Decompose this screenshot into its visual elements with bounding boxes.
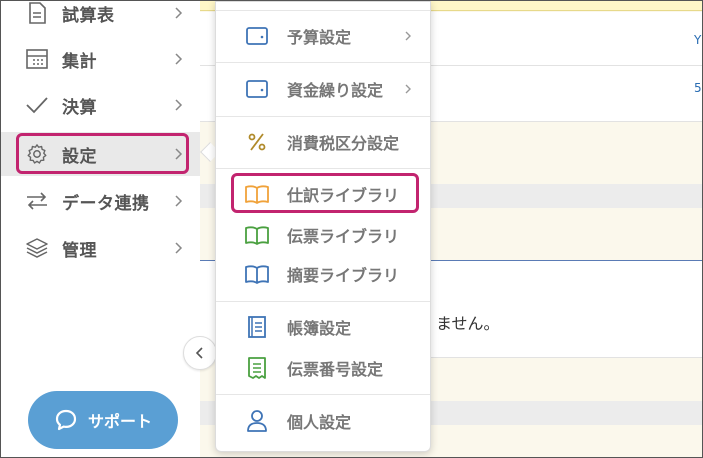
chevron-right-icon [175, 99, 183, 111]
chat-bubble-icon [55, 409, 77, 431]
chevron-left-icon [195, 347, 203, 359]
menu-item-ledger-settings[interactable]: 帳簿設定 [216, 307, 430, 347]
settings-menu: 予算設定 資金繰り設定 消費税区分設定 仕訳ライブラリ 伝票ライブラリ 摘要ライ… [215, 1, 431, 452]
ledger-icon [244, 314, 270, 340]
chevron-right-icon [175, 148, 183, 160]
person-icon [244, 408, 270, 434]
check-icon [25, 93, 49, 117]
sidebar-item-closing[interactable]: 決算 [1, 83, 200, 127]
sidebar-item-summary[interactable]: 集計 [1, 37, 200, 81]
menu-item-label: 帳簿設定 [287, 319, 352, 338]
menu-separator [216, 301, 430, 302]
empty-message: ません。 [436, 314, 500, 333]
menu-item-tax-category-settings[interactable]: 消費税区分設定 [216, 122, 430, 162]
book-icon [244, 181, 270, 207]
percent-icon [244, 129, 270, 155]
calculator-icon [25, 47, 49, 71]
receipt-icon [244, 355, 270, 381]
edge-char: Y [694, 33, 702, 47]
sidebar-item-label: 管理 [62, 240, 97, 261]
menu-item-label: 消費税区分設定 [287, 134, 400, 153]
support-button[interactable]: サポート [28, 391, 178, 449]
layers-icon [25, 236, 49, 260]
chevron-right-icon [175, 195, 183, 207]
sidebar-item-label: 試算表 [62, 5, 115, 26]
sidebar-item-settings[interactable]: 設定 [1, 132, 200, 176]
sidebar-item-data-linkage[interactable]: データ連携 [1, 179, 200, 223]
menu-item-label: 資金繰り設定 [287, 81, 384, 100]
menu-separator [216, 10, 430, 11]
sync-arrows-icon [25, 189, 49, 213]
sidebar-item-label: データ連携 [62, 193, 150, 214]
menu-separator [216, 168, 430, 169]
menu-separator [216, 116, 430, 117]
menu-item-description-library[interactable]: 摘要ライブラリ [216, 254, 430, 294]
menu-item-label: 伝票番号設定 [287, 360, 384, 379]
sidebar-item-label: 設定 [62, 146, 97, 167]
menu-item-budget-settings[interactable]: 予算設定 [216, 16, 430, 56]
wallet-icon [244, 76, 270, 102]
menu-item-voucher-number-settings[interactable]: 伝票番号設定 [216, 348, 430, 388]
document-icon [25, 1, 49, 25]
collapse-sidebar-button[interactable] [183, 336, 217, 370]
chevron-right-icon [175, 242, 183, 254]
chevron-right-icon [175, 53, 183, 65]
menu-item-label: 仕訳ライブラリ [287, 186, 400, 205]
wallet-icon [244, 23, 270, 49]
support-label: サポート [87, 412, 152, 431]
sidebar-item-label: 決算 [62, 97, 97, 118]
menu-separator [216, 394, 430, 395]
menu-item-cashflow-settings[interactable]: 資金繰り設定 [216, 69, 430, 109]
sidebar-item-trial-balance[interactable]: 試算表 [1, 0, 200, 35]
menu-item-label: 摘要ライブラリ [287, 266, 400, 285]
menu-separator [216, 62, 430, 63]
sidebar-item-label: 集計 [62, 51, 97, 72]
chevron-right-icon [175, 7, 183, 19]
menu-item-voucher-library[interactable]: 伝票ライブラリ [216, 215, 430, 255]
menu-item-label: 個人設定 [287, 413, 352, 432]
edge-char: 5 [694, 81, 702, 95]
sidebar-item-management[interactable]: 管理 [1, 226, 200, 270]
chevron-right-icon [405, 84, 411, 94]
book-icon [244, 222, 270, 248]
menu-item-personal-settings[interactable]: 個人設定 [216, 401, 430, 441]
menu-item-label: 伝票ライブラリ [287, 227, 400, 246]
book-icon [244, 261, 270, 287]
sidebar: 試算表 集計 決算 設定 データ連携 管理 サポート [1, 1, 200, 457]
menu-item-label: 予算設定 [287, 28, 352, 47]
menu-item-journal-library[interactable]: 仕訳ライブラリ [216, 174, 430, 214]
chevron-right-icon [405, 31, 411, 41]
gear-icon [25, 142, 49, 166]
